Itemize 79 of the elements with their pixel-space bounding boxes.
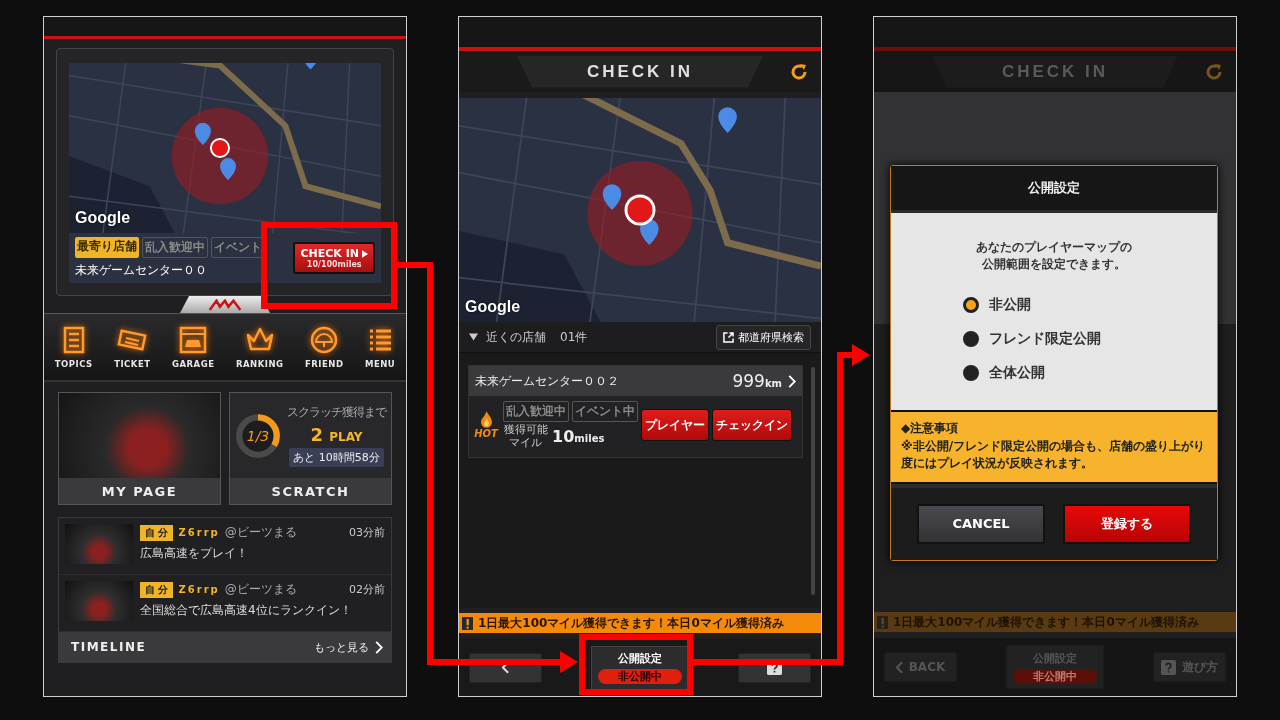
self-badge: 自 分 [140,524,174,541]
progress-text: 1/3 [246,427,270,444]
user-name: Z6rrp [178,527,220,538]
prefecture-search-button[interactable]: 都道府県検索 [716,324,811,350]
radio-option[interactable]: 非公開 [963,295,1101,314]
nav-button[interactable]: FRIEND [305,325,344,369]
dialog-message: あなたのプレイヤーマップの公開範囲を設定できます。 [975,239,1133,274]
my-page-button[interactable]: MY PAGE [58,392,221,505]
section-label: 近くの店舗 [486,328,546,346]
status-badge: 非公開中 [598,669,682,684]
car-icon [178,325,209,355]
flame-icon [480,411,492,428]
store-name: 未来ゲームセンター００ [75,262,208,279]
chevron-icon [788,374,796,388]
user-name: Z6rrp [178,584,220,595]
store-name: 未来ゲームセンター００２ [475,372,620,390]
map-attribution: Google [465,298,521,316]
miles-value: 10miles [552,427,605,446]
photo-placeholder [65,581,133,621]
self-badge: 自 分 [140,581,174,598]
notice-text: 1日最大100マイル獲得できます！本日0マイル獲得済み [478,614,784,632]
user-handle: @ビーツまる [224,581,297,598]
nav-button[interactable]: GARAGE [172,325,215,369]
status-badge: 非公開中 [1013,668,1097,684]
store-tag: 乱入歓迎中 [503,401,569,423]
radio-option[interactable]: フレンド限定公開 [963,329,1101,348]
remaining-time: あと 10時間58分 [289,448,384,467]
note-title: ◆注意事項 [901,419,960,437]
note-text: ※非公開/フレンド限定公開の場合も、店舗の盛り上がり度にはプレイ状況が反映されます。 [901,438,1207,472]
radio-button[interactable] [963,330,979,347]
photo-placeholder [65,524,133,564]
post-text: 広島高速をプレイ！ [140,545,249,562]
radio-option[interactable]: 全体公開 [963,363,1101,382]
nav-button[interactable]: MENU [364,325,396,369]
logo-icon [208,298,242,311]
store-card-header[interactable]: 未来ゲームセンター００２ 999km [469,366,802,396]
post-time: 02分前 [349,582,385,597]
post-text: 全国総合で広島高速4位にランクイン！ [140,602,353,619]
store-action-button[interactable]: プレイヤー [641,409,709,441]
nav-button[interactable]: TOPICS [54,325,93,369]
store-action-button[interactable]: チェックイン [712,409,792,441]
post-time: 03分前 [349,525,385,540]
store-count: 01件 [560,328,588,346]
chevron-icon [895,660,903,674]
external-link-icon [723,331,734,343]
store-tag: 乱入歓迎中 [142,237,208,258]
map-attribution: Google [75,209,131,227]
nav-button[interactable]: TICKET [114,325,151,369]
radio-button[interactable] [963,296,979,313]
register-button[interactable]: 登録する [1063,503,1191,544]
store-tag: 最寄り店舗 [75,237,139,258]
dialog-title: 公開設定 [891,166,1217,213]
cancel-button[interactable]: CANCEL [917,503,1045,544]
radio-button[interactable] [963,364,979,381]
play-count: 2 PLAY [310,424,363,445]
scrollbar[interactable] [811,367,815,595]
miles-caption: 獲得可能マイル [503,424,549,449]
scratch-caption: スクラッチ獲得まで [287,404,386,421]
user-handle: @ビーツまる [224,524,297,541]
screen-title: CHECK IN [516,55,764,88]
warning-icon [877,615,888,629]
gauge-icon [309,325,340,355]
hot-label: HOT [474,428,498,439]
check-in-button[interactable]: CHECK IN 10/100miles [293,242,375,274]
more-link[interactable]: もっと見る [314,639,383,655]
warning-icon [462,616,473,630]
store-distance: 999km [732,371,782,391]
store-tag: イベント中 [572,401,638,423]
screen-title: CHECK IN [931,55,1179,88]
nav-button[interactable]: RANKING [235,325,284,369]
scratch-button[interactable]: SCRATCH [230,478,391,504]
notice-text: 1日最大100マイル獲得できます！本日0マイル獲得済み [893,613,1199,631]
help-icon [1161,659,1176,675]
play-icon [362,249,368,258]
refresh-icon[interactable] [789,61,809,82]
timeline-title: TIMELINE [71,640,147,654]
privacy-settings-button[interactable]: 公開設定 非公開中 [591,645,689,690]
triangle-icon [469,333,478,341]
chevron-icon [375,640,383,654]
